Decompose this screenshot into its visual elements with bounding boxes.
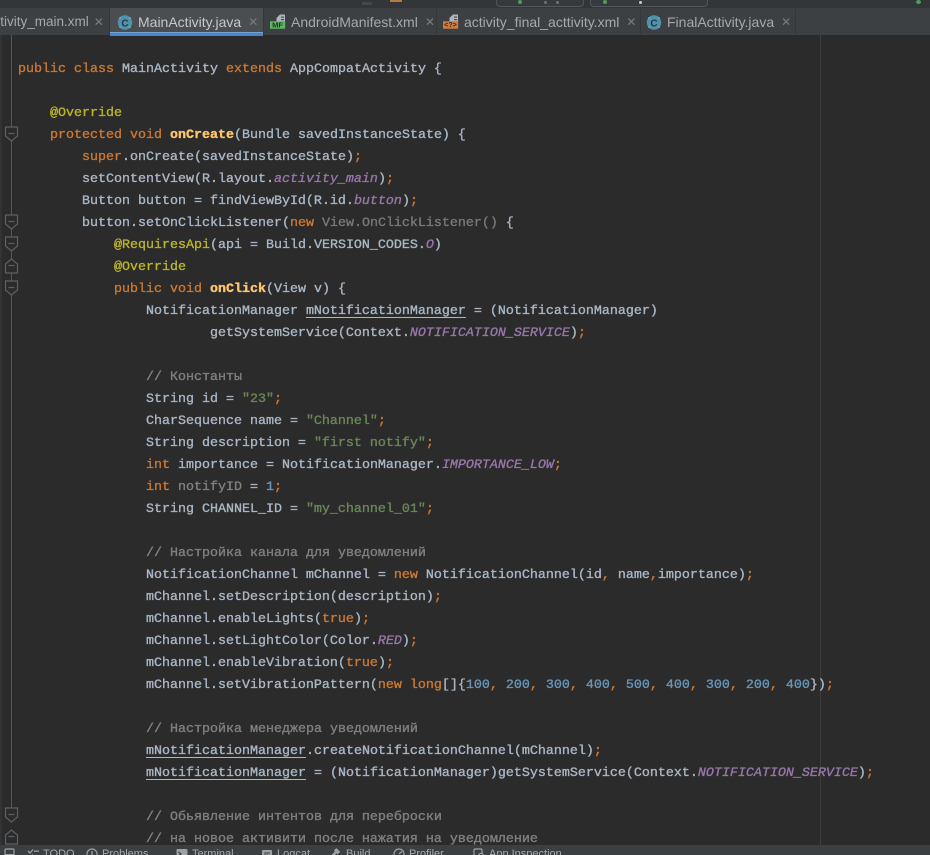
svg-text:C: C [650,18,657,29]
svg-text:C: C [121,18,128,29]
svg-text:MF: MF [272,20,283,29]
svg-text:<?>: <?> [444,22,456,29]
